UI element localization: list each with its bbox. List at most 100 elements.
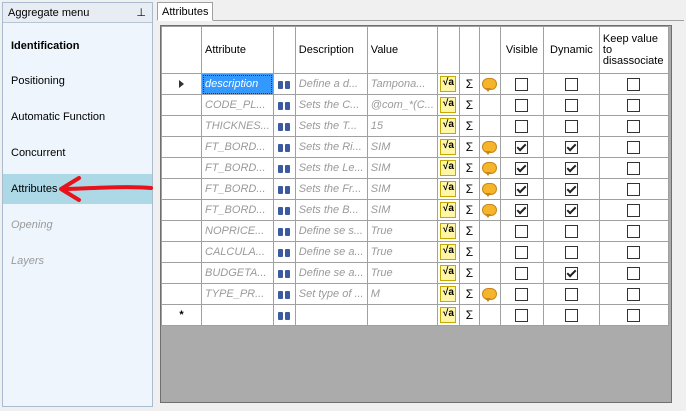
description-cell[interactable]: Sets the B... [294, 199, 368, 221]
sum-icon[interactable]: Σ [466, 140, 473, 154]
search-cell[interactable] [272, 199, 296, 221]
keep-value-cell[interactable] [598, 199, 669, 221]
dynamic-cell[interactable] [542, 94, 600, 116]
comment-cell[interactable] [478, 262, 501, 284]
keep-value-checkbox[interactable] [627, 224, 641, 238]
visible-cell[interactable] [499, 136, 544, 158]
comment-cell[interactable] [478, 178, 501, 200]
formula-icon[interactable]: √a [440, 76, 457, 92]
search-cell[interactable] [272, 283, 296, 305]
attribute-cell[interactable]: CODE_PL... [201, 94, 274, 116]
sum-icon[interactable]: Σ [466, 224, 473, 238]
keep-value-checkbox[interactable] [627, 245, 641, 259]
formula-cell[interactable]: √a [436, 115, 460, 137]
formula-icon[interactable]: √a [440, 307, 457, 323]
formula-icon[interactable]: √a [440, 223, 457, 239]
sum-icon[interactable]: Σ [466, 308, 473, 322]
table-row[interactable]: TYPE_PR... Set type of ... M √a Σ [161, 283, 669, 305]
table-row[interactable]: CODE_PL... Sets the C... @com_*(C... √a Σ [161, 94, 669, 116]
column-header-dynamic[interactable]: Dynamic [542, 26, 600, 74]
visible-checkbox[interactable] [515, 77, 529, 91]
formula-cell[interactable]: √a [436, 304, 460, 326]
pin-icon[interactable]: ⊥ [136, 6, 146, 19]
keep-value-cell[interactable] [598, 157, 669, 179]
keep-value-cell[interactable] [598, 220, 669, 242]
keep-value-checkbox[interactable] [627, 308, 641, 322]
description-cell[interactable] [294, 304, 368, 326]
sum-icon[interactable]: Σ [466, 182, 473, 196]
sum-cell[interactable]: Σ [458, 241, 480, 263]
binoculars-icon[interactable] [277, 163, 291, 174]
formula-icon[interactable]: √a [440, 202, 457, 218]
attribute-cell[interactable]: FT_BORD... [201, 136, 274, 158]
visible-cell[interactable] [499, 283, 544, 305]
formula-icon[interactable]: √a [440, 286, 457, 302]
formula-icon[interactable]: √a [440, 118, 457, 134]
dynamic-checkbox[interactable] [564, 140, 578, 154]
sum-cell[interactable]: Σ [458, 73, 480, 95]
formula-icon[interactable]: √a [440, 181, 457, 197]
binoculars-icon[interactable] [277, 142, 291, 153]
description-cell[interactable]: Sets the C... [294, 94, 368, 116]
visible-cell[interactable] [499, 220, 544, 242]
dynamic-checkbox[interactable] [564, 245, 578, 259]
dynamic-checkbox[interactable] [564, 161, 578, 175]
formula-icon[interactable]: √a [440, 244, 457, 260]
comment-icon[interactable] [482, 162, 498, 177]
keep-value-cell[interactable] [598, 136, 669, 158]
dynamic-cell[interactable] [542, 304, 600, 326]
search-cell[interactable] [272, 304, 296, 326]
sum-icon[interactable]: Σ [466, 266, 473, 280]
sum-cell[interactable]: Σ [458, 283, 480, 305]
search-cell[interactable] [272, 262, 296, 284]
formula-cell[interactable]: √a [436, 283, 460, 305]
sum-cell[interactable]: Σ [458, 220, 480, 242]
row-header[interactable]: * [161, 304, 202, 326]
dynamic-cell[interactable] [542, 283, 600, 305]
value-cell[interactable]: 15 [366, 115, 438, 137]
dynamic-checkbox[interactable] [564, 287, 578, 301]
row-header[interactable] [161, 283, 202, 305]
description-cell[interactable]: Sets the Fr... [294, 178, 368, 200]
search-cell[interactable] [272, 241, 296, 263]
comment-icon[interactable] [482, 204, 498, 219]
sum-icon[interactable]: Σ [466, 98, 473, 112]
formula-cell[interactable]: √a [436, 220, 460, 242]
value-cell[interactable]: SIM [366, 157, 438, 179]
description-cell[interactable]: Set type of ... [294, 283, 368, 305]
visible-cell[interactable] [499, 73, 544, 95]
formula-icon[interactable]: √a [440, 97, 457, 113]
keep-value-checkbox[interactable] [627, 182, 641, 196]
sum-cell[interactable]: Σ [458, 115, 480, 137]
sum-cell[interactable]: Σ [458, 304, 480, 326]
search-cell[interactable] [272, 157, 296, 179]
value-cell[interactable]: SIM [366, 136, 438, 158]
visible-checkbox[interactable] [515, 245, 529, 259]
search-cell[interactable] [272, 115, 296, 137]
dynamic-cell[interactable] [542, 241, 600, 263]
comment-icon[interactable] [482, 183, 498, 198]
visible-checkbox[interactable] [515, 119, 529, 133]
sidebar-item-positioning[interactable]: Positioning [3, 66, 152, 96]
dynamic-checkbox[interactable] [564, 77, 578, 91]
binoculars-icon[interactable] [277, 184, 291, 195]
comment-cell[interactable] [478, 115, 501, 137]
visible-checkbox[interactable] [515, 203, 529, 217]
dynamic-checkbox[interactable] [564, 182, 578, 196]
formula-cell[interactable]: √a [436, 262, 460, 284]
value-cell[interactable]: SIM [366, 199, 438, 221]
sidebar-item-automatic-function[interactable]: Automatic Function [3, 102, 152, 132]
attribute-cell[interactable]: TYPE_PR... [201, 283, 274, 305]
keep-value-cell[interactable] [598, 262, 669, 284]
binoculars-icon[interactable] [277, 226, 291, 237]
search-cell[interactable] [272, 94, 296, 116]
keep-value-checkbox[interactable] [627, 119, 641, 133]
description-cell[interactable]: Sets the Ri... [294, 136, 368, 158]
sum-cell[interactable]: Σ [458, 178, 480, 200]
attribute-cell[interactable]: BUDGETA... [201, 262, 274, 284]
visible-cell[interactable] [499, 241, 544, 263]
keep-value-checkbox[interactable] [627, 98, 641, 112]
table-row[interactable]: FT_BORD... Sets the Fr... SIM √a Σ [161, 178, 669, 200]
dynamic-checkbox[interactable] [564, 119, 578, 133]
dynamic-cell[interactable] [542, 220, 600, 242]
